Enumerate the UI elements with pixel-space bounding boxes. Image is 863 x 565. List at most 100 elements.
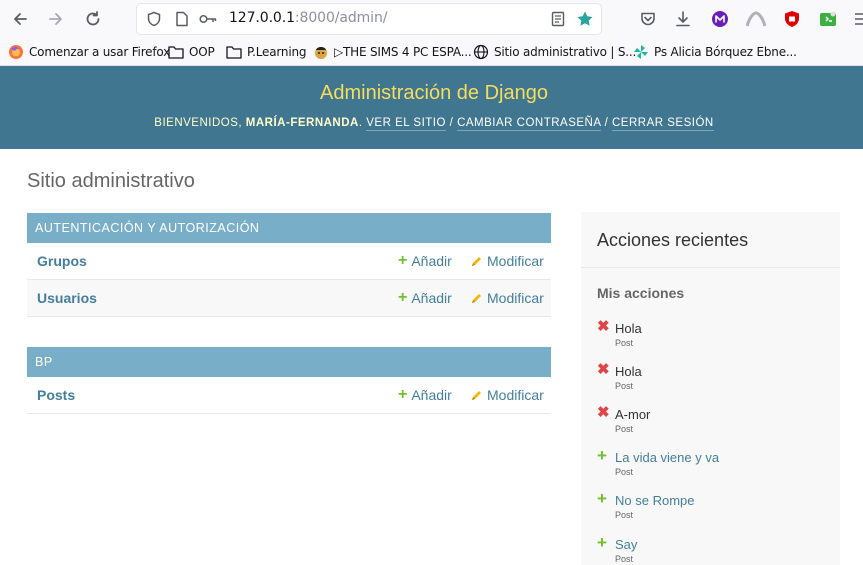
shield-icon[interactable]: [145, 10, 163, 28]
plus-icon: +: [597, 489, 607, 508]
bookmarks-bar: Comenzar a usar Firefox OOP P.Learning ▷…: [0, 38, 863, 66]
page-title: Sitio administrativo: [27, 170, 195, 192]
module-caption[interactable]: BP: [27, 347, 551, 377]
bookmark-label: Sitio administrativo | S...: [494, 45, 637, 59]
extension-shield-button[interactable]: [781, 8, 803, 30]
url-text[interactable]: 127.0.0.1:8000/admin/: [229, 10, 387, 26]
reload-icon: [86, 11, 100, 26]
folder-icon: [226, 44, 242, 60]
user-tools: Bienvenidos, María-Fernanda. Ver el siti…: [154, 117, 714, 131]
bookmark-label: OOP: [189, 45, 215, 59]
divider: [581, 267, 840, 268]
app-module-bp: BP Posts + Añadir Modificar: [27, 347, 551, 414]
action-title-link[interactable]: Say: [615, 537, 637, 552]
bookmark-label: P.Learning: [247, 45, 307, 59]
change-password-link[interactable]: Cambiar contraseña: [457, 117, 601, 131]
username: María-Fernanda: [245, 117, 359, 129]
bookmark-item[interactable]: Ps Alicia Bórquez Ebne...: [633, 42, 797, 62]
arrow-left-icon: [14, 13, 27, 25]
globe-icon: [473, 44, 489, 60]
recent-actions-title: Acciones recientes: [597, 230, 749, 250]
add-label: Añadir: [411, 290, 452, 306]
firefox-icon: [8, 44, 24, 60]
bookmark-folder[interactable]: OOP: [168, 42, 215, 62]
add-link[interactable]: + Añadir: [398, 253, 452, 270]
arrow-right-icon: [49, 13, 62, 25]
plus-icon: +: [398, 386, 408, 403]
ublock-shield-icon: [785, 11, 799, 27]
pocket-button[interactable]: [637, 8, 659, 30]
logout-link[interactable]: Cerrar sesión: [612, 117, 714, 131]
browser-toolbar: 127.0.0.1:8000/admin/: [0, 0, 863, 38]
action-type: Post: [615, 424, 634, 434]
welcome-text: Bienvenidos,: [154, 117, 243, 129]
view-site-link[interactable]: Ver el sitio: [366, 117, 446, 131]
action-type: Post: [615, 381, 634, 391]
url-path: :8000/admin/: [294, 10, 388, 26]
admin-header: Administración de Django Bienvenidos, Ma…: [0, 66, 863, 149]
add-link[interactable]: + Añadir: [398, 386, 452, 404]
change-link[interactable]: Modificar: [470, 290, 544, 306]
change-label: Modificar: [487, 290, 544, 306]
back-button[interactable]: [8, 7, 32, 31]
action-title: Hola: [615, 321, 642, 336]
bookmark-item[interactable]: ▷THE SIMS 4 PC ESPA...: [313, 42, 472, 62]
model-row-posts: Posts + Añadir Modificar: [27, 377, 551, 414]
change-link[interactable]: Modificar: [470, 387, 544, 403]
action-type: Post: [615, 467, 634, 477]
account-avatar-icon: [712, 11, 728, 27]
url-bar[interactable]: 127.0.0.1:8000/admin/: [137, 4, 601, 34]
extension-green-button[interactable]: [817, 8, 839, 30]
recent-actions-panel: Acciones recientes Mis acciones ✖ Hola P…: [581, 212, 840, 565]
module-caption[interactable]: Autenticación y autorización: [27, 213, 551, 243]
action-type: Post: [615, 338, 634, 348]
delete-x-icon: ✖: [597, 318, 610, 335]
account-button[interactable]: [709, 8, 731, 30]
change-link[interactable]: Modificar: [470, 253, 544, 269]
bookmark-item[interactable]: Sitio administrativo | S...: [473, 42, 636, 62]
download-icon: [676, 11, 690, 27]
model-link[interactable]: Posts: [37, 387, 75, 403]
action-type: Post: [615, 554, 634, 564]
delete-x-icon: ✖: [597, 404, 610, 421]
separator: /: [449, 117, 454, 129]
add-label: Añadir: [411, 253, 452, 269]
site-branding[interactable]: Administración de Django: [0, 82, 863, 105]
bookmark-star-icon[interactable]: [576, 10, 594, 28]
model-link[interactable]: Usuarios: [37, 290, 97, 306]
mountain-extension-icon: [746, 11, 766, 27]
bookmark-label: ▷THE SIMS 4 PC ESPA...: [334, 45, 472, 59]
sims-icon: [313, 44, 329, 60]
change-label: Modificar: [487, 387, 544, 403]
bookmark-folder[interactable]: P.Learning: [226, 42, 306, 62]
page-icon: [173, 10, 191, 28]
extension-mountain-button[interactable]: [745, 8, 767, 30]
green-extension-icon: [820, 11, 836, 26]
pinwheel-icon: [633, 44, 649, 60]
model-row-grupos: Grupos + Añadir Modificar: [27, 243, 551, 280]
app-module-auth: Autenticación y autorización Grupos + Aña…: [27, 213, 551, 317]
reload-button[interactable]: [81, 7, 105, 31]
pencil-icon: [472, 293, 481, 303]
menu-button[interactable]: [850, 8, 863, 30]
bookmark-label: Comenzar a usar Firefox: [29, 45, 171, 59]
reader-view-icon[interactable]: [549, 10, 567, 28]
bookmark-item[interactable]: Comenzar a usar Firefox: [8, 42, 170, 62]
pencil-icon: [472, 256, 481, 266]
forward-button[interactable]: [44, 7, 68, 31]
model-row-usuarios: Usuarios + Añadir Modificar: [27, 280, 551, 317]
separator: /: [604, 117, 609, 129]
url-host: 127.0.0.1: [229, 10, 295, 26]
add-link[interactable]: + Añadir: [398, 290, 452, 307]
plus-icon: +: [597, 446, 607, 465]
action-title-link[interactable]: No se Rompe: [615, 493, 694, 508]
change-label: Modificar: [487, 253, 544, 269]
plus-icon: +: [597, 533, 607, 552]
action-title-link[interactable]: La vida viene y va: [615, 450, 719, 465]
bookmark-label: Ps Alicia Bórquez Ebne...: [654, 45, 797, 59]
my-actions-heading: Mis acciones: [597, 285, 685, 301]
key-icon[interactable]: [199, 10, 217, 28]
model-link[interactable]: Grupos: [37, 253, 87, 269]
delete-x-icon: ✖: [597, 361, 610, 378]
downloads-button[interactable]: [672, 8, 694, 30]
